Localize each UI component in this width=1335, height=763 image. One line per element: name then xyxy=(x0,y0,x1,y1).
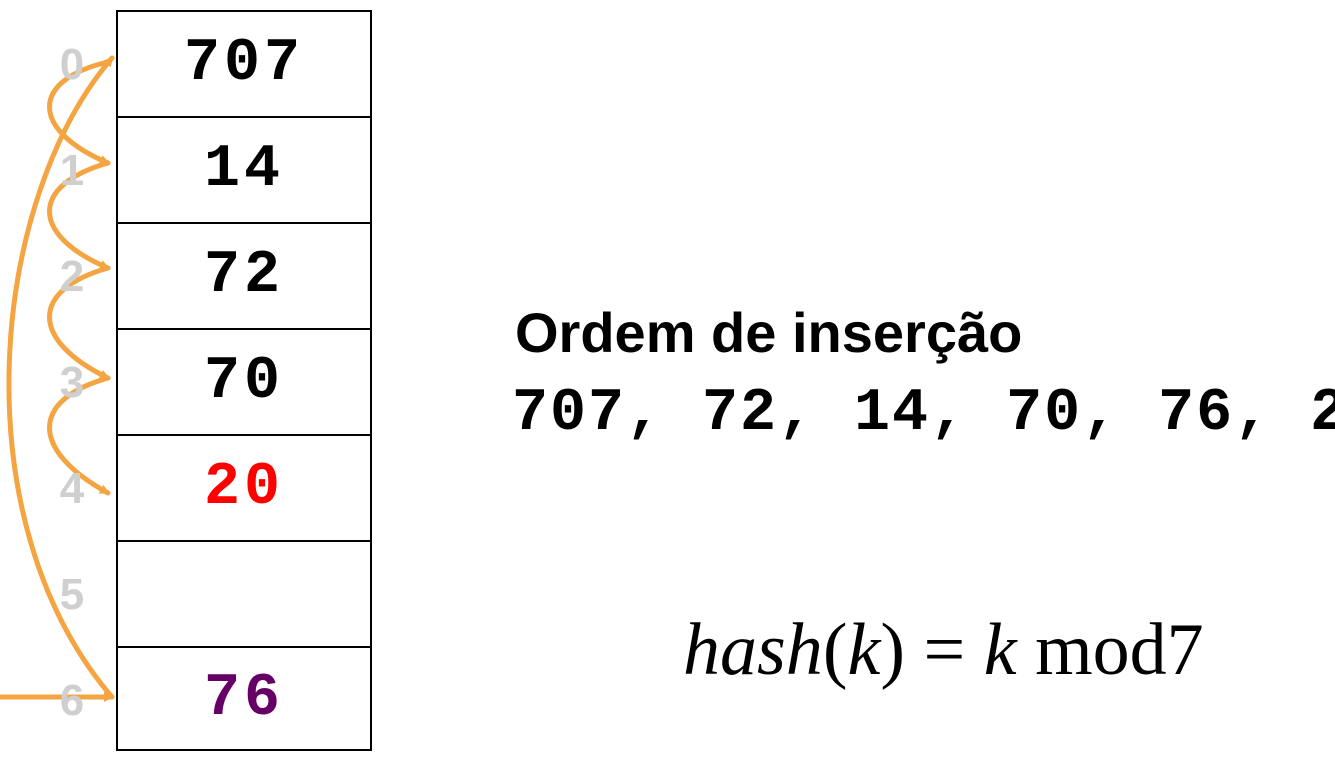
slot-index-3: 3 xyxy=(59,358,85,407)
formula-paren-close: ) xyxy=(880,609,905,691)
slot-index-0: 0 xyxy=(59,40,85,89)
hash-slot-3: 70 xyxy=(118,330,370,436)
formula-arg: k xyxy=(847,609,881,691)
hash-slot-6: 76 xyxy=(118,648,370,749)
hash-formula: hash(k) = k mod7 xyxy=(683,608,1204,693)
slot-index-6: 6 xyxy=(59,676,85,725)
slot-value: 14 xyxy=(203,136,284,204)
formula-var: k xyxy=(983,609,1017,691)
hash-slot-5 xyxy=(118,542,370,648)
slot-value: 70 xyxy=(203,348,284,416)
formula-paren-open: ( xyxy=(822,609,848,691)
slot-value: 76 xyxy=(203,664,284,733)
insertion-order-title: Ordem de inserção xyxy=(515,301,1023,364)
hash-slot-1: 14 xyxy=(118,118,370,224)
hash-table: 707 14 72 70 20 76 xyxy=(116,10,372,751)
slot-value: 72 xyxy=(203,242,284,310)
hash-slot-0: 707 xyxy=(118,12,370,118)
formula-equals: = xyxy=(923,609,966,691)
formula-op: mod xyxy=(1035,609,1167,691)
slot-value: 20 xyxy=(203,454,284,522)
hash-slot-4: 20 xyxy=(118,436,370,542)
slot-index-5: 5 xyxy=(59,570,85,619)
formula-modulus: 7 xyxy=(1166,609,1204,691)
slot-index-1: 1 xyxy=(59,146,85,195)
formula-func: hash xyxy=(683,609,823,691)
slot-index-4: 4 xyxy=(59,464,85,513)
insertion-order-list: 707, 72, 14, 70, 76, 20 xyxy=(512,380,1335,448)
slot-value: 707 xyxy=(183,30,305,98)
hash-slot-2: 72 xyxy=(118,224,370,330)
slot-index-2: 2 xyxy=(59,252,85,301)
